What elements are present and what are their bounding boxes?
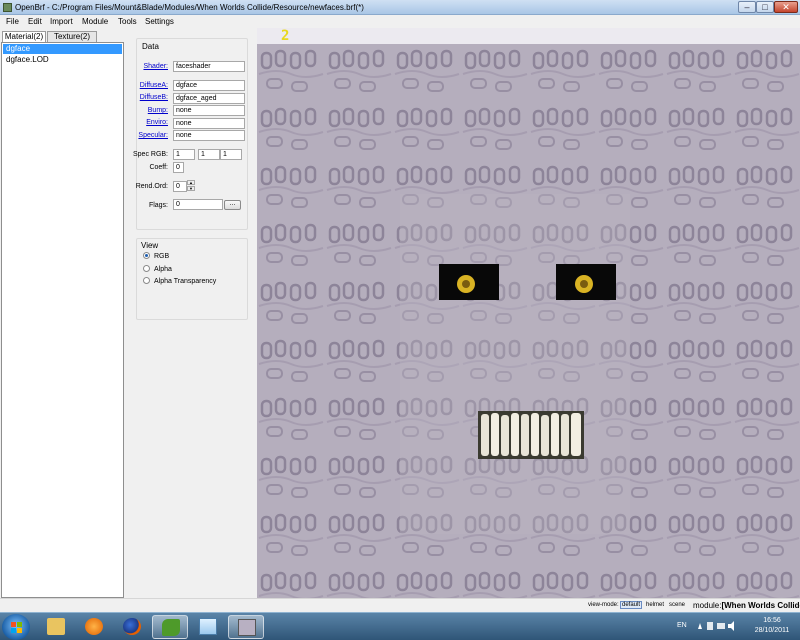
show-hidden-icons-icon bbox=[698, 623, 702, 629]
radio-checked-icon[interactable] bbox=[143, 252, 150, 259]
windows-taskbar: EN 16:56 28/10/2011 bbox=[0, 612, 800, 640]
coeff-label: Coeff: bbox=[149, 164, 168, 171]
title-bar: OpenBrf - C:/Program Files/Mount&Blade/M… bbox=[0, 0, 800, 15]
menu-module[interactable]: Module bbox=[82, 17, 108, 26]
spin-up-icon[interactable]: ▲ bbox=[187, 180, 195, 185]
view-mode-helmet-button[interactable]: helmet bbox=[646, 602, 664, 608]
material-list[interactable]: dgface dgface.LOD bbox=[1, 42, 124, 598]
spec-b-field[interactable]: 1 bbox=[220, 149, 242, 160]
taskbar-notepad-button[interactable] bbox=[190, 615, 226, 639]
libraries-folder-icon bbox=[47, 618, 65, 635]
view-rgb-option[interactable]: RGB bbox=[143, 252, 169, 260]
face-texture-image bbox=[257, 44, 800, 598]
rend-ord-field[interactable]: 0 bbox=[173, 181, 187, 192]
view-alpha-label: Alpha bbox=[154, 266, 172, 273]
menu-settings[interactable]: Settings bbox=[145, 17, 174, 26]
enviro-link[interactable]: Enviro: bbox=[146, 119, 168, 126]
diffuse-a-link[interactable]: DiffuseA: bbox=[140, 82, 168, 89]
view-mode-scene-button[interactable]: scene bbox=[669, 602, 685, 608]
view-alpha-option[interactable]: Alpha bbox=[143, 265, 172, 273]
module-label: module: bbox=[693, 601, 722, 610]
taskbar-openbrf-button[interactable] bbox=[152, 615, 188, 639]
windows-start-button[interactable] bbox=[2, 614, 30, 640]
list-item-dgface[interactable]: dgface bbox=[3, 44, 122, 54]
module-indicator: module:[When Worlds Collide] bbox=[693, 601, 800, 610]
data-group-title: Data bbox=[142, 42, 159, 51]
radio-unchecked-icon[interactable] bbox=[143, 265, 150, 272]
clock-date[interactable]: 28/10/2011 bbox=[748, 627, 796, 634]
diffuse-b-link[interactable]: DiffuseB: bbox=[140, 94, 168, 101]
action-center-flag-icon bbox=[707, 622, 713, 630]
spin-down-icon[interactable]: ▼ bbox=[187, 186, 195, 191]
view-mode-label: view-mode: bbox=[588, 602, 619, 608]
flags-label: Flags: bbox=[148, 202, 168, 209]
shader-field[interactable]: faceshader bbox=[173, 61, 245, 72]
firefox-icon bbox=[123, 618, 141, 635]
module-name: [When Worlds Collide] bbox=[721, 601, 800, 610]
taskbar-openbrf-window-button[interactable] bbox=[228, 615, 264, 639]
maximize-button[interactable]: □ bbox=[756, 1, 774, 13]
view-rgb-label: RGB bbox=[154, 253, 170, 260]
list-item-dgface-lod[interactable]: dgface.LOD bbox=[3, 55, 122, 65]
flags-field[interactable]: 0 bbox=[173, 199, 223, 210]
lod-number: 2 bbox=[281, 28, 290, 44]
coeff-field[interactable]: 0 bbox=[173, 162, 184, 173]
diffuse-b-field[interactable]: dgface_aged bbox=[173, 93, 245, 104]
rend-ord-label: Rend.Ord: bbox=[135, 183, 168, 190]
menu-tools[interactable]: Tools bbox=[118, 17, 137, 26]
windows-logo-icon bbox=[11, 622, 16, 627]
minimize-button[interactable]: ‒ bbox=[738, 1, 756, 13]
radio-unchecked-icon[interactable] bbox=[143, 277, 150, 284]
specular-link[interactable]: Specular: bbox=[138, 132, 168, 139]
enviro-field[interactable]: none bbox=[173, 118, 245, 129]
tab-texture[interactable]: Texture(2) bbox=[47, 31, 97, 42]
openbrf-app-icon[interactable] bbox=[3, 3, 12, 12]
texture-viewport[interactable]: 2 bbox=[257, 28, 800, 598]
view-mode-default-button[interactable]: default bbox=[620, 601, 643, 609]
network-icon bbox=[717, 623, 725, 629]
taskbar-firefox-button[interactable] bbox=[114, 615, 150, 639]
taskbar-media-player-button[interactable] bbox=[76, 615, 112, 639]
diffuse-a-field[interactable]: dgface bbox=[173, 80, 245, 91]
spec-r-field[interactable]: 1 bbox=[173, 149, 195, 160]
volume-icon bbox=[728, 621, 734, 631]
notepad-icon bbox=[199, 618, 217, 635]
view-alpha-transparency-label: Alpha Transparency bbox=[154, 278, 217, 285]
taskbar-explorer-button[interactable] bbox=[38, 615, 74, 639]
close-button[interactable]: ✕ bbox=[774, 1, 798, 13]
openbrf-snake-icon bbox=[162, 619, 180, 636]
view-alpha-transparency-option[interactable]: Alpha Transparency bbox=[143, 277, 216, 285]
resource-list-panel: Material(2) Texture(2) dgface dgface.LOD bbox=[0, 28, 126, 598]
bump-link[interactable]: Bump: bbox=[148, 107, 168, 114]
openbrf-window-icon bbox=[238, 619, 256, 636]
bump-field[interactable]: none bbox=[173, 105, 245, 116]
system-tray-icons[interactable] bbox=[697, 620, 737, 632]
spec-g-field[interactable]: 1 bbox=[198, 149, 220, 160]
menu-import[interactable]: Import bbox=[50, 17, 73, 26]
face-texture-canvas[interactable] bbox=[257, 44, 800, 598]
language-indicator[interactable]: EN bbox=[677, 622, 687, 629]
media-player-icon bbox=[85, 618, 103, 635]
specular-field[interactable]: none bbox=[173, 130, 245, 141]
flags-edit-button[interactable]: ... bbox=[224, 200, 241, 210]
menu-bar: File Edit Import Module Tools Settings bbox=[0, 15, 800, 28]
teeth-strip bbox=[478, 411, 584, 459]
window-title: OpenBrf - C:/Program Files/Mount&Blade/M… bbox=[15, 3, 364, 12]
shader-link[interactable]: Shader: bbox=[143, 63, 168, 70]
material-data-panel: Data Shader: faceshader DiffuseA: dgface… bbox=[132, 38, 248, 230]
spec-rgb-label: Spec RGB: bbox=[132, 151, 168, 158]
menu-file[interactable]: File bbox=[6, 17, 19, 26]
clock-time[interactable]: 16:56 bbox=[752, 617, 792, 624]
view-group-title: View bbox=[141, 241, 159, 250]
view-panel: View RGB Alpha Alpha Transparency bbox=[136, 238, 248, 320]
status-bar: view-mode: default helmet scene module:[… bbox=[0, 598, 800, 612]
menu-edit[interactable]: Edit bbox=[28, 17, 42, 26]
